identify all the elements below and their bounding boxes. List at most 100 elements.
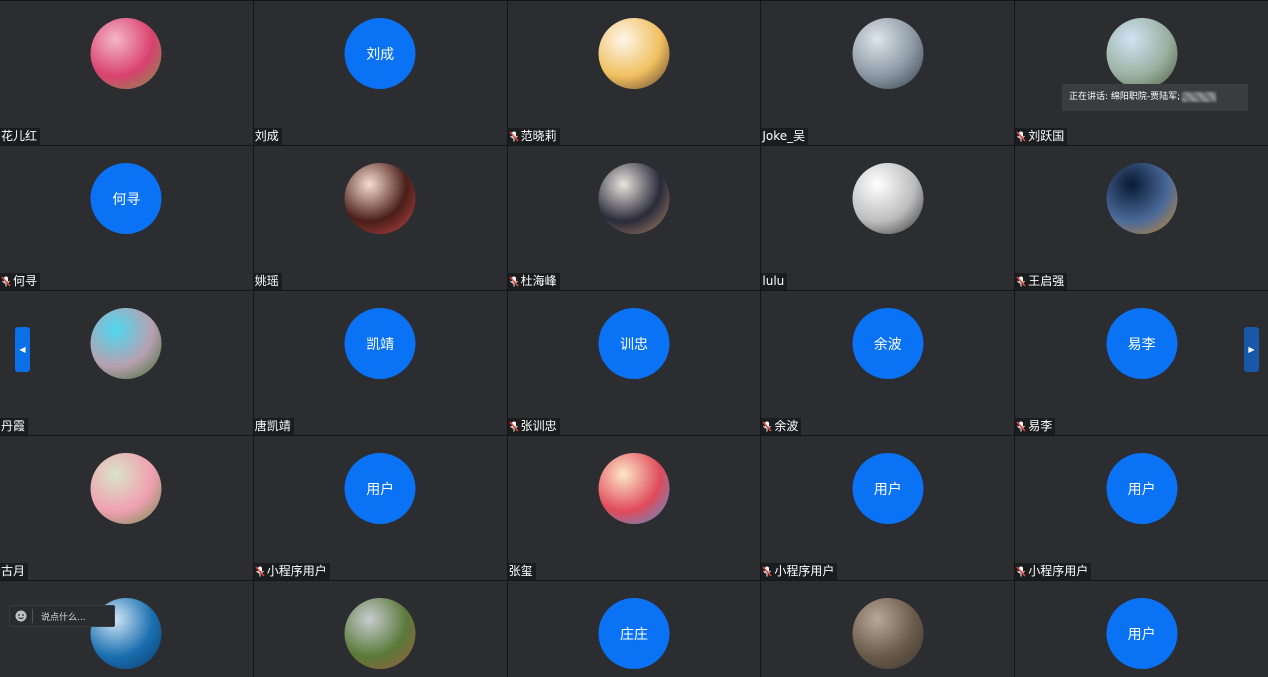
avatar-text: 凯靖: [366, 336, 395, 353]
mic-muted-icon: [1, 276, 11, 287]
avatar-photo: [90, 453, 162, 524]
participant-tile[interactable]: 丹霞: [0, 291, 253, 435]
participant-name-label: 范晓莉: [507, 128, 560, 145]
participant-name-label: 何寻: [0, 273, 41, 290]
participant-name: 丹霞: [1, 419, 26, 433]
participant-name-label: 姚瑶: [253, 273, 282, 290]
participant-name: 古月: [1, 564, 26, 578]
avatar-photo: [852, 18, 924, 89]
mic-muted-icon: [762, 566, 772, 577]
avatar-initials: 用户: [852, 453, 924, 524]
avatar-initials: 用户: [1106, 453, 1178, 524]
participant-name-label: 杜海峰: [507, 273, 560, 290]
avatar-text: 刘成: [366, 46, 395, 63]
participant-name: 范晓莉: [520, 129, 557, 143]
mic-muted-icon: [255, 566, 265, 577]
avatar-photo: [598, 453, 670, 524]
avatar-text: 何寻: [112, 191, 141, 208]
participant-tile[interactable]: 古月: [0, 436, 253, 580]
emoji-icon[interactable]: [10, 609, 33, 623]
participant-tile[interactable]: 张玺: [507, 436, 761, 580]
participant-name: 花儿红: [1, 129, 38, 143]
avatar-text: 庄庄: [619, 626, 648, 643]
participant-name: 小程序用户: [774, 564, 835, 578]
avatar-photo: [90, 18, 162, 89]
participant-tile[interactable]: 用户小程序用户: [253, 436, 507, 580]
participant-name-label: lulu: [761, 273, 788, 290]
participant-tile[interactable]: 庄庄: [507, 581, 761, 677]
participant-name: 张训忠: [520, 419, 557, 433]
participant-name: 余波: [774, 419, 799, 433]
avatar-photo: [852, 163, 924, 234]
participant-name-label: 刘成: [253, 128, 282, 145]
avatar-photo: [598, 163, 670, 234]
participant-name-label: 小程序用户: [1015, 563, 1092, 580]
participant-tile[interactable]: [761, 581, 1015, 677]
avatar-initials: 凯靖: [344, 308, 416, 379]
next-page-button[interactable]: ▶: [1244, 327, 1259, 372]
participant-name-label: 余波: [761, 418, 802, 435]
avatar-text: 训忠: [619, 336, 648, 353]
participant-name-label: 易李: [1015, 418, 1056, 435]
participant-tile[interactable]: 训忠张训忠: [507, 291, 761, 435]
participant-name: 小程序用户: [266, 564, 327, 578]
participant-name: 姚瑶: [254, 274, 279, 288]
participant-tile[interactable]: 刘成 刘成: [253, 1, 507, 145]
avatar-photo: [1106, 18, 1178, 89]
participant-tile[interactable]: 刘跃国: [1015, 1, 1268, 145]
avatar-text: 余波: [873, 336, 902, 353]
avatar-initials: 余波: [852, 308, 924, 379]
participant-tile[interactable]: 易李 易李: [1015, 291, 1268, 435]
participant-name-label: 小程序用户: [253, 563, 330, 580]
participant-name: 刘跃国: [1028, 129, 1065, 143]
chat-input[interactable]: 说点什么...: [9, 605, 115, 627]
avatar-photo: [598, 18, 670, 89]
avatar-text: 易李: [1127, 336, 1156, 353]
chat-placeholder: 说点什么...: [41, 612, 86, 623]
participant-tile[interactable]: [0, 581, 253, 677]
participant-name: 刘成: [254, 129, 279, 143]
participant-tile[interactable]: 用户小程序用户: [1015, 436, 1268, 580]
participant-name: 张玺: [508, 564, 533, 578]
participant-name-label: 张玺: [507, 563, 536, 580]
participant-tile[interactable]: 杜海峰: [507, 146, 761, 290]
participant-tile[interactable]: 范晓莉: [507, 1, 761, 145]
participant-name: lulu: [762, 274, 785, 288]
participant-name-label: 古月: [0, 563, 29, 580]
participant-tile[interactable]: 姚瑶: [253, 146, 507, 290]
participant-name: Joke_吴: [762, 129, 806, 143]
mic-muted-icon: [508, 131, 519, 142]
participant-name: 易李: [1028, 419, 1053, 433]
participant-tile[interactable]: 用户小程序用户: [761, 436, 1015, 580]
mic-muted-icon: [1016, 276, 1026, 287]
redacted-text: [1182, 91, 1217, 102]
participant-tile[interactable]: 何寻 何寻: [0, 146, 253, 290]
mic-muted-icon: [762, 421, 772, 432]
participant-tile[interactable]: [253, 581, 507, 677]
participant-name: 王启强: [1028, 274, 1065, 288]
avatar-initials: 刘成: [344, 18, 416, 89]
participant-tile[interactable]: 王启强: [1015, 146, 1268, 290]
participant-tile[interactable]: 凯靖 唐凯靖: [253, 291, 507, 435]
participant-tile[interactable]: 花儿红: [0, 1, 253, 145]
avatar-text: 用户: [366, 481, 395, 498]
participant-name-label: 丹霞: [0, 418, 29, 435]
participant-tile[interactable]: lulu: [761, 146, 1015, 290]
prev-page-button[interactable]: ◀: [15, 327, 30, 372]
speaking-text: 正在讲话: 绵阳职院-贾陆军;: [1069, 92, 1181, 102]
participant-name-label: 刘跃国: [1015, 128, 1068, 145]
avatar-initials: 用户: [344, 453, 416, 524]
avatar-initials: 用户: [1106, 598, 1178, 669]
mic-muted-icon: [508, 276, 519, 287]
participant-name-label: Joke_吴: [761, 128, 809, 145]
participant-tile[interactable]: 余波 余波: [761, 291, 1015, 435]
chevron-right-icon: ▶: [1248, 345, 1255, 354]
avatar-photo: [90, 308, 162, 379]
avatar-initials: 易李: [1106, 308, 1178, 379]
participant-name: 小程序用户: [1028, 564, 1089, 578]
participant-tile[interactable]: Joke_吴: [761, 1, 1015, 145]
avatar-photo: [852, 598, 924, 669]
participant-tile[interactable]: 用户: [1015, 581, 1268, 677]
avatar-text: 用户: [873, 481, 902, 498]
avatar-initials: 训忠: [598, 308, 670, 379]
